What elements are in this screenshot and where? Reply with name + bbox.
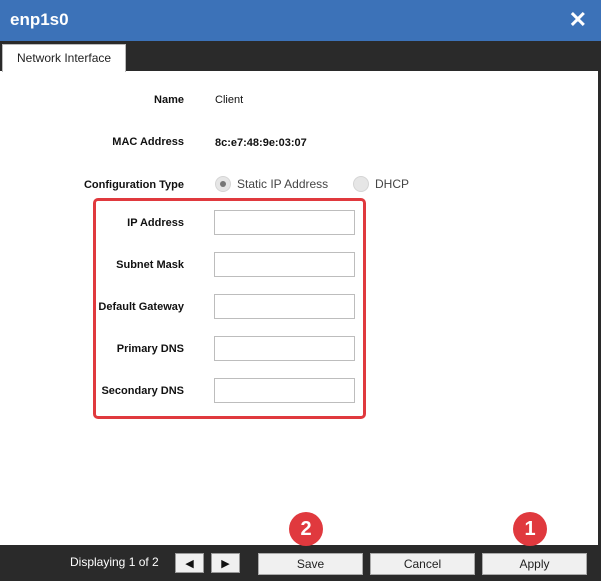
apply-button[interactable]: Apply <box>482 553 587 575</box>
subnet-mask-label: Subnet Mask <box>116 259 184 271</box>
tab-bar: Network Interface <box>0 41 601 72</box>
secondary-dns-label: Secondary DNS <box>101 385 184 397</box>
arrow-left-icon: ◀ <box>185 557 194 570</box>
window-title: enp1s0 <box>10 10 69 29</box>
secondary-dns-input[interactable] <box>214 378 355 403</box>
mac-value: 8c:e7:48:9e:03:07 <box>215 137 307 149</box>
next-page-button[interactable]: ▶ <box>211 553 240 573</box>
subnet-mask-input[interactable] <box>214 252 355 277</box>
static-ip-radio[interactable]: Static IP Address <box>215 176 328 192</box>
name-value: Client <box>215 94 244 106</box>
ip-address-label: IP Address <box>127 217 184 229</box>
annotation-badge-apply: 1 <box>513 512 547 546</box>
primary-dns-label: Primary DNS <box>116 343 184 355</box>
default-gateway-input[interactable] <box>214 294 355 319</box>
radio-unselected-icon <box>353 176 369 192</box>
dhcp-label: DHCP <box>375 177 410 191</box>
prev-page-button[interactable]: ◀ <box>175 553 204 573</box>
config-type-label: Configuration Type <box>83 179 184 191</box>
title-bar: enp1s0 ✕ <box>0 0 601 41</box>
name-label: Name <box>154 94 184 106</box>
cancel-button[interactable]: Cancel <box>370 553 475 575</box>
tab-network-interface[interactable]: Network Interface <box>2 44 127 72</box>
default-gateway-label: Default Gateway <box>98 301 184 313</box>
mac-label: MAC Address <box>112 136 184 148</box>
primary-dns-input[interactable] <box>214 336 355 361</box>
close-icon[interactable]: ✕ <box>569 8 587 32</box>
ip-address-input[interactable] <box>214 210 355 235</box>
static-ip-label: Static IP Address <box>237 177 329 191</box>
arrow-right-icon: ▶ <box>221 557 230 570</box>
annotation-badge-save: 2 <box>289 512 323 546</box>
save-button[interactable]: Save <box>258 553 363 575</box>
radio-selected-icon <box>215 176 231 192</box>
dhcp-radio[interactable]: DHCP <box>353 176 409 192</box>
pagination-text: Displaying 1 of 2 <box>70 555 159 569</box>
footer-bar: Displaying 1 of 2 ◀ ▶ Save Cancel Apply <box>0 545 601 581</box>
